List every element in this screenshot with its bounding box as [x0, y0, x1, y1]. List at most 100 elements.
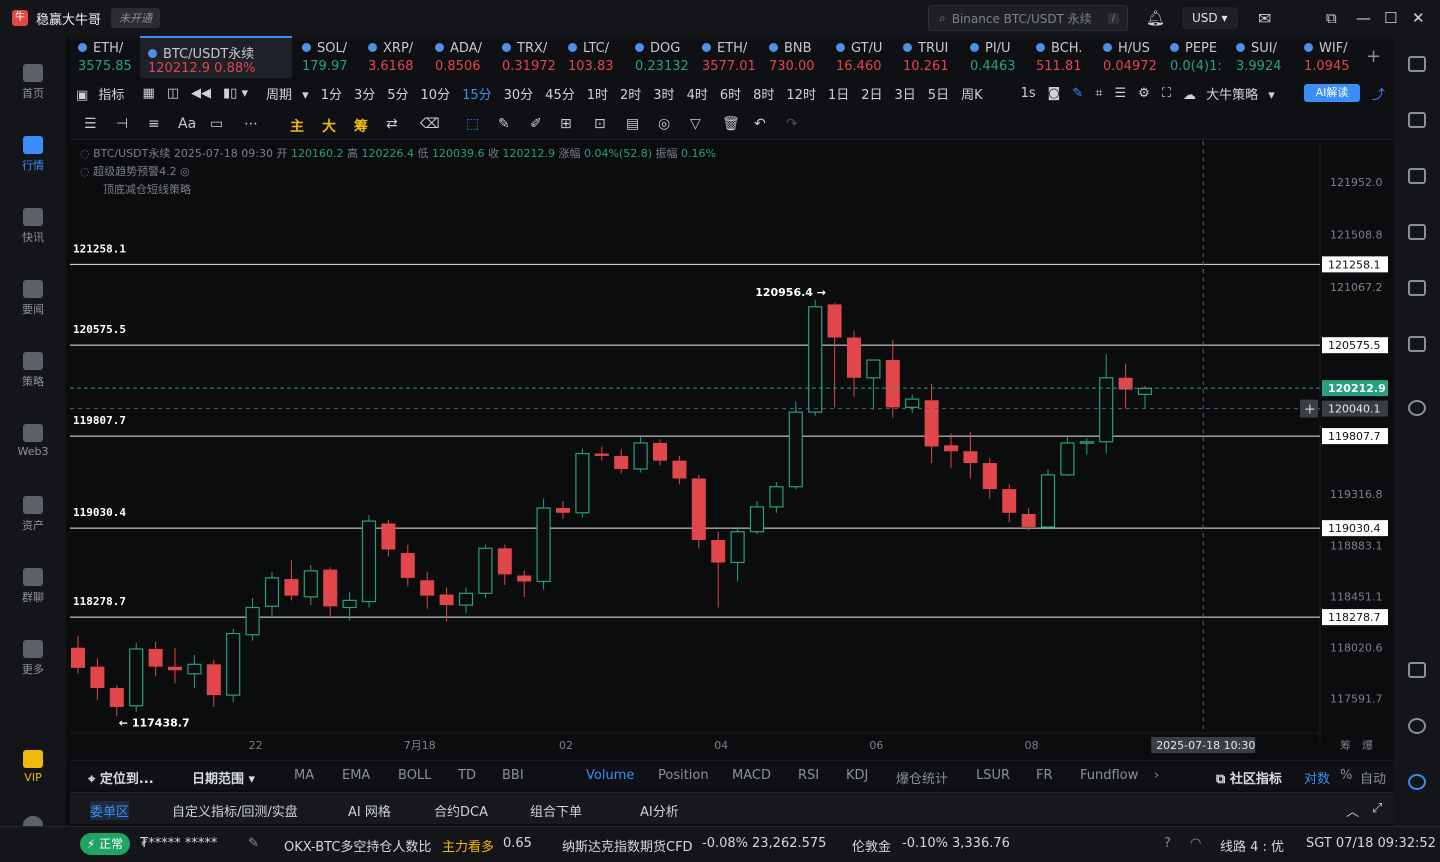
indicator-tab-1[interactable]: EMA: [342, 768, 370, 783]
order-tab-3[interactable]: 合约DCA: [434, 801, 488, 820]
indicator-tab-12[interactable]: FR: [1036, 768, 1053, 783]
ticker-1[interactable]: BTC/USDT永续 120212.9 0.88%: [140, 36, 292, 78]
indicator-tab-9[interactable]: KDJ: [846, 768, 868, 783]
interval-18[interactable]: 周K: [955, 84, 989, 103]
indicator-tab-8[interactable]: RSI: [798, 768, 819, 783]
period-select[interactable]: 周期 ▾: [254, 84, 315, 103]
tick-interval[interactable]: 1s: [1015, 86, 1042, 101]
interval-7[interactable]: 1时: [581, 84, 614, 103]
mail-icon[interactable]: ✉: [1258, 9, 1271, 28]
chart-canvas[interactable]: 121952.0 121508.8 121067.2 119316.8 118883.1…: [70, 141, 1394, 760]
more-icon[interactable]: ⋯: [244, 116, 258, 132]
auto-scale-toggle[interactable]: 自动: [1360, 768, 1386, 787]
locate-button[interactable]: ⌖ 定位到...: [88, 768, 154, 787]
help-icon[interactable]: ?: [1164, 836, 1171, 851]
membership-badge[interactable]: 未开通: [111, 8, 161, 28]
big-order-toggle[interactable]: 大: [322, 116, 336, 136]
interval-14[interactable]: 1日: [822, 84, 855, 103]
headset-icon[interactable]: [1408, 718, 1426, 734]
ticker-8[interactable]: ETH/3577.01: [694, 36, 760, 78]
ruler-icon[interactable]: ▭: [210, 116, 223, 132]
redo-icon[interactable]: ↷: [786, 116, 798, 132]
pen-icon[interactable]: ✎: [1066, 86, 1089, 101]
indicator-tab-13[interactable]: Fundflow: [1080, 768, 1138, 783]
indicator-tab-2[interactable]: BOLL: [398, 768, 431, 783]
interval-9[interactable]: 3时: [647, 84, 680, 103]
ticker-2[interactable]: SOL/179.97: [294, 36, 360, 78]
share-icon[interactable]: ⤴: [1366, 84, 1391, 103]
maximize-icon[interactable]: ☐: [1384, 9, 1397, 27]
date-range-select[interactable]: 日期范围 ▾: [192, 768, 255, 787]
interval-17[interactable]: 5日: [922, 84, 955, 103]
nav-home[interactable]: 首页: [0, 64, 66, 101]
ticker-5[interactable]: TRX/0.31972: [494, 36, 560, 78]
indicator-button[interactable]: ▣ 指标: [70, 84, 136, 103]
ticker-7[interactable]: DOG 0.23132: [627, 36, 693, 78]
interval-3[interactable]: 10分: [415, 84, 457, 103]
indicator-legend-1[interactable]: ◌ 超级趋势预警4.2 ◎: [80, 163, 190, 179]
strategy-select[interactable]: ☁ 大牛策略 ▾: [1177, 84, 1281, 103]
nav-headlines[interactable]: 要闻: [0, 280, 66, 317]
order-tab-2[interactable]: AI 网格: [348, 801, 391, 820]
ticker-0[interactable]: ETH/3575.85: [70, 36, 136, 78]
ticker-13[interactable]: BCH. 511.81: [1028, 36, 1094, 78]
calculator-icon[interactable]: [1408, 336, 1426, 352]
cursor-icon[interactable]: ⬚: [466, 116, 479, 132]
horizontal-line-icon[interactable]: ⊣: [116, 116, 128, 132]
interval-5[interactable]: 30分: [498, 84, 540, 103]
nav-group-chat[interactable]: 群聊: [0, 568, 66, 605]
percent-scale-toggle[interactable]: %: [1340, 768, 1352, 783]
measure-icon[interactable]: ⊞: [560, 116, 572, 132]
ticker-4[interactable]: ADA/0.8506: [427, 36, 493, 78]
interval-12[interactable]: 8时: [747, 84, 780, 103]
pencil-icon[interactable]: ✎: [498, 116, 510, 132]
interval-2[interactable]: 5分: [381, 84, 414, 103]
list-icon[interactable]: ☰: [1109, 86, 1133, 101]
interval-15[interactable]: 2日: [855, 84, 888, 103]
settings-icon[interactable]: ⚙: [1132, 86, 1156, 101]
interval-6[interactable]: 45分: [539, 84, 581, 103]
ticker-17[interactable]: WIF/1.0945: [1296, 36, 1362, 78]
nav-strategy[interactable]: 策略: [0, 352, 66, 389]
interval-13[interactable]: 12时: [780, 84, 822, 103]
notes-icon[interactable]: [1408, 112, 1426, 128]
ai-explain-button[interactable]: AI解读: [1304, 84, 1360, 102]
trash-icon[interactable]: 🗑︎: [722, 116, 740, 132]
order-tab-4[interactable]: 组合下单: [530, 801, 582, 820]
magnet-icon[interactable]: ◎: [658, 116, 670, 132]
nav-flash-news[interactable]: 快讯: [0, 208, 66, 245]
ticker-item-name[interactable]: 纳斯达克指数期货CFD: [562, 836, 693, 855]
indicator-tab-7[interactable]: MACD: [732, 768, 771, 783]
indicator-tab-11[interactable]: LSUR: [976, 768, 1010, 783]
indicator-tab-3[interactable]: TD: [458, 768, 476, 783]
ticker-11[interactable]: TRUI 10.261: [895, 36, 961, 78]
ticker-6[interactable]: LTC/103.83: [560, 36, 626, 78]
interval-8[interactable]: 2时: [614, 84, 647, 103]
indicator-tab-5[interactable]: Volume: [586, 768, 634, 783]
layout-split-icon[interactable]: ◫: [161, 86, 185, 101]
network-line[interactable]: 线路 4 : 优: [1220, 836, 1284, 855]
collapse-icon[interactable]: ︿: [1346, 801, 1359, 820]
menu-lines-icon[interactable]: ☰: [84, 116, 97, 132]
ticker-15[interactable]: PEPE 0.0(4)1:: [1162, 36, 1228, 78]
edit-icon[interactable]: ✎: [248, 836, 259, 851]
ticker-item-name[interactable]: 伦敦金: [852, 836, 891, 855]
bell-icon[interactable]: 🔔︎: [1146, 9, 1165, 27]
ticker-16[interactable]: SUI/3.9924: [1228, 36, 1294, 78]
indicator-tab-6[interactable]: Position: [658, 768, 709, 783]
monitor-icon[interactable]: [1408, 280, 1426, 296]
undo-icon[interactable]: ↶: [754, 116, 766, 132]
nav-web3[interactable]: Web3: [0, 424, 66, 458]
nav-more[interactable]: 更多: [0, 640, 66, 677]
note-icon[interactable]: ▤: [626, 116, 639, 132]
interval-16[interactable]: 3日: [889, 84, 922, 103]
indicator-tab-0[interactable]: MA: [294, 768, 314, 783]
indicator-tab-10[interactable]: 爆仓统计: [896, 768, 948, 787]
multi-line-icon[interactable]: ≡: [148, 116, 160, 132]
eye-icon[interactable]: ◎: [180, 165, 190, 178]
popout-icon[interactable]: ⧉: [1326, 9, 1337, 27]
interval-4[interactable]: 15分: [456, 84, 498, 103]
nav-vip[interactable]: VIP: [0, 750, 66, 784]
order-tab-5[interactable]: AI分析: [640, 801, 679, 820]
ticker-3[interactable]: XRP/3.6168: [360, 36, 426, 78]
